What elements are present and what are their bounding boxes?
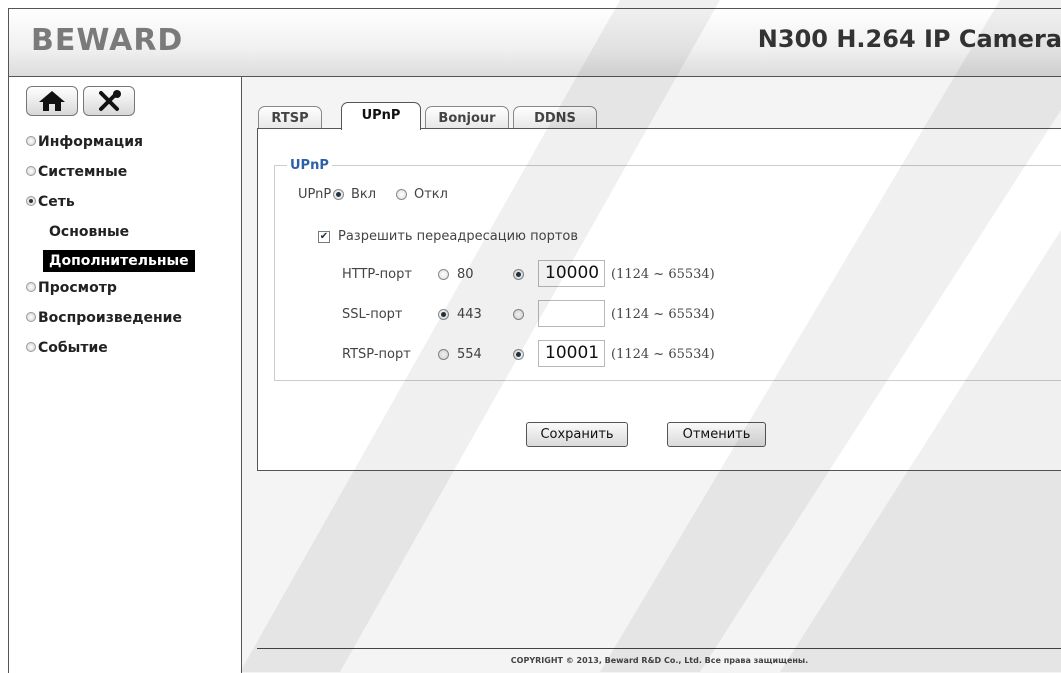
upnp-panel: UPnP UPnP Вкл Откл ✔ Разрешить переадрес… — [257, 128, 1061, 471]
ssl-port-label: SSL-порт — [342, 307, 403, 322]
http-custom-radio[interactable] — [513, 269, 524, 280]
footer-divider — [257, 648, 1061, 649]
upnp-on-label: Вкл — [351, 187, 377, 202]
http-default-radio[interactable] — [438, 269, 449, 280]
upnp-legend: UPnP — [290, 158, 329, 173]
sidebar-subitem-basic[interactable]: Основные — [49, 221, 129, 243]
sidebar-item-label: Информация — [38, 134, 143, 150]
sidebar-item-label: Системные — [38, 164, 128, 180]
settings-button[interactable] — [83, 86, 135, 116]
rtsp-default-radio[interactable] — [438, 349, 449, 360]
ssl-default-value: 443 — [457, 307, 482, 322]
radio-icon — [26, 136, 36, 146]
port-forward-checkbox[interactable]: ✔ — [318, 231, 330, 243]
main-content: RTSP UPnP Bonjour DDNS UPnP UPnP Вкл Отк… — [242, 77, 1061, 673]
save-button[interactable]: Сохранить — [526, 422, 628, 447]
radio-icon — [26, 282, 36, 292]
tab-upnp[interactable]: UPnP — [341, 102, 421, 130]
upnp-label: UPnP — [298, 187, 332, 202]
http-default-value: 80 — [457, 267, 474, 282]
header: BEWARD N300 H.264 IP Camera — [9, 9, 1061, 77]
home-icon — [39, 91, 65, 111]
sidebar-item-label: Событие — [38, 340, 108, 356]
tools-icon — [99, 90, 121, 111]
http-port-input[interactable]: 10000 — [538, 260, 605, 287]
app-frame: BEWARD N300 H.264 IP Camera Информация С… — [8, 8, 1061, 673]
rtsp-custom-radio[interactable] — [513, 349, 524, 360]
brand-logo: BEWARD — [31, 23, 184, 58]
upnp-on-radio[interactable] — [333, 189, 344, 200]
cancel-button[interactable]: Отменить — [667, 422, 766, 447]
http-port-range: (1124 ~ 65534) — [611, 267, 715, 282]
rtsp-port-input[interactable]: 10001 — [538, 340, 605, 367]
tab-bonjour[interactable]: Bonjour — [425, 106, 509, 129]
ssl-port-input[interactable] — [538, 300, 605, 327]
tab-rtsp[interactable]: RTSP — [258, 106, 322, 129]
radio-icon — [26, 312, 36, 322]
ssl-port-range: (1124 ~ 65534) — [611, 307, 715, 322]
copyright-footer: COPYRIGHT © 2013, Beward R&D Co., Ltd. В… — [510, 656, 809, 665]
ssl-custom-radio[interactable] — [513, 309, 524, 320]
radio-icon — [26, 166, 36, 176]
radio-selected-icon — [26, 196, 36, 206]
port-forward-label: Разрешить переадресацию портов — [338, 229, 579, 244]
ssl-default-radio[interactable] — [438, 309, 449, 320]
home-button[interactable] — [26, 86, 78, 116]
sidebar-subitem-advanced[interactable]: Дополнительные — [43, 250, 195, 272]
upnp-off-label: Откл — [414, 187, 448, 202]
sidebar-item-label: Воспроизведение — [38, 310, 182, 326]
rtsp-port-label: RTSP-порт — [342, 347, 411, 362]
rtsp-port-range: (1124 ~ 65534) — [611, 347, 715, 362]
sidebar-item-label: Просмотр — [38, 280, 117, 296]
sidebar-item-label: Сеть — [38, 194, 75, 210]
tab-ddns[interactable]: DDNS — [513, 106, 597, 129]
rtsp-default-value: 554 — [457, 347, 482, 362]
camera-model-title: N300 H.264 IP Camera — [757, 25, 1061, 53]
http-port-label: HTTP-порт — [342, 267, 412, 282]
upnp-off-radio[interactable] — [396, 189, 407, 200]
radio-icon — [26, 342, 36, 352]
sidebar: Информация Системные Сеть Основные Допол… — [9, 77, 242, 673]
